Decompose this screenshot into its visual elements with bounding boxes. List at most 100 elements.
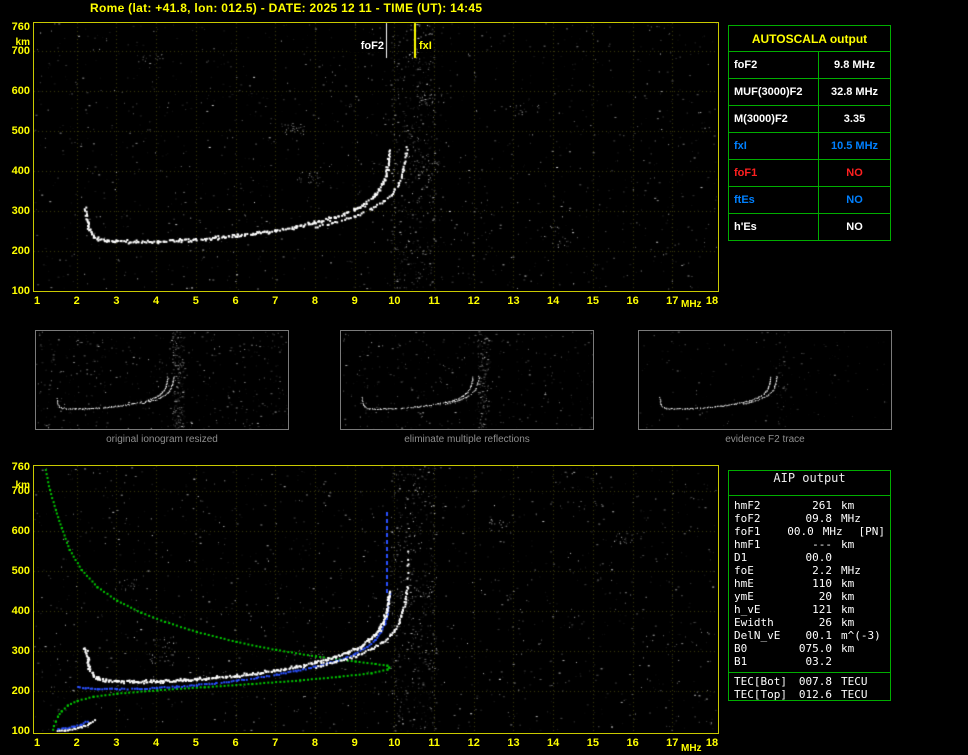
aip-row-unit: m^(-3) bbox=[841, 629, 885, 642]
aip-row-name: D1 bbox=[734, 551, 794, 564]
aip-row-value: 00.1 bbox=[794, 629, 832, 642]
aip-row-unit: km bbox=[841, 499, 885, 512]
x-tick-label: 9 bbox=[343, 737, 367, 749]
aip-row-unit: km bbox=[841, 538, 885, 551]
autoscala-row: foF29.8 MHz bbox=[729, 52, 891, 79]
aip-row-note: [PN] bbox=[858, 525, 885, 538]
thumbnail-original-ionogram bbox=[35, 330, 289, 430]
aip-row-name: TEC[Top] bbox=[734, 688, 794, 701]
aip-row-unit: MHz bbox=[841, 564, 885, 577]
x-tick-label: 17 bbox=[660, 295, 684, 307]
x-tick-label: 10 bbox=[382, 737, 406, 749]
station-title: Rome (lat: +41.8, lon: 012.5) - DATE: 20… bbox=[90, 1, 482, 15]
aip-row-value: 121 bbox=[794, 603, 832, 616]
aip-row-name: hmF2 bbox=[734, 499, 794, 512]
y-tick-label: 500 bbox=[4, 125, 30, 137]
aip-row-value: 012.6 bbox=[794, 688, 832, 701]
y-tick-label: 200 bbox=[4, 245, 30, 257]
aip-row-unit: TECU bbox=[841, 675, 885, 688]
autoscala-row-value: NO bbox=[819, 160, 891, 187]
aip-row-unit: km bbox=[841, 577, 885, 590]
aip-row-value: 09.8 bbox=[794, 512, 832, 525]
aip-row: hmE110km bbox=[729, 577, 890, 590]
autoscala-row-value: 9.8 MHz bbox=[819, 52, 891, 79]
aip-row-name: B1 bbox=[734, 655, 794, 668]
x-tick-label: 8 bbox=[303, 295, 327, 307]
aip-table-tec-section: TEC[Bot]007.8TECUTEC[Top]012.6TECU bbox=[729, 672, 890, 701]
aip-row-unit: km bbox=[841, 590, 885, 603]
x-tick-label: 5 bbox=[184, 737, 208, 749]
x-tick-label: 2 bbox=[65, 737, 89, 749]
y-tick-label: 100 bbox=[4, 725, 30, 737]
aip-row-name: Ewidth bbox=[734, 616, 794, 629]
x-tick-label: 7 bbox=[263, 295, 287, 307]
aip-row: hmF2261 km bbox=[729, 499, 890, 512]
autoscala-row: foF1NO bbox=[729, 160, 891, 187]
aip-row-value: 261 bbox=[794, 499, 832, 512]
aip-row-value: 00.0 bbox=[794, 551, 832, 564]
autoscala-row-value: 3.35 bbox=[819, 106, 891, 133]
x-tick-label: 14 bbox=[541, 295, 565, 307]
autoscala-row-label: M(3000)F2 bbox=[729, 106, 819, 133]
y-tick-label: 500 bbox=[4, 565, 30, 577]
x-tick-label: 2 bbox=[65, 295, 89, 307]
autoscala-row-label: fxI bbox=[729, 133, 819, 160]
autoscala-table-header: AUTOSCALA output bbox=[729, 26, 891, 52]
x-tick-label: 4 bbox=[144, 295, 168, 307]
x-tick-label: 12 bbox=[462, 737, 486, 749]
aip-row-name: DelN_vE bbox=[734, 629, 794, 642]
thumbnail-caption: evidence F2 trace bbox=[638, 434, 892, 445]
aip-row-unit: km bbox=[841, 616, 885, 629]
aip-row: B103.2 bbox=[729, 655, 890, 668]
thumbnail-eliminate-reflections bbox=[340, 330, 594, 430]
thumbnail-caption: eliminate multiple reflections bbox=[340, 434, 594, 445]
x-tick-label: 13 bbox=[501, 295, 525, 307]
x-tick-label: 12 bbox=[462, 295, 486, 307]
aip-row-name: foF1 bbox=[734, 525, 783, 538]
aip-row: B0075.0km bbox=[729, 642, 890, 655]
x-tick-label: 1 bbox=[25, 737, 49, 749]
aip-row: Ewidth26km bbox=[729, 616, 890, 629]
aip-row-name: h_vE bbox=[734, 603, 794, 616]
x-tick-label: 3 bbox=[104, 295, 128, 307]
autoscala-row: h'EsNO bbox=[729, 214, 891, 241]
x-tick-label: 8 bbox=[303, 737, 327, 749]
x-tick-label: 5 bbox=[184, 295, 208, 307]
aip-row-unit: MHz bbox=[841, 512, 885, 525]
x-tick-label: 17 bbox=[660, 737, 684, 749]
aip-row-name: foF2 bbox=[734, 512, 794, 525]
aip-row-name: foE bbox=[734, 564, 794, 577]
autoscala-row: MUF(3000)F232.8 MHz bbox=[729, 79, 891, 106]
y-tick-label: 600 bbox=[4, 85, 30, 97]
autoscala-row-label: MUF(3000)F2 bbox=[729, 79, 819, 106]
x-tick-label: 4 bbox=[144, 737, 168, 749]
y-tick-label: 200 bbox=[4, 685, 30, 697]
aip-row: D100.0 bbox=[729, 551, 890, 564]
y-tick-label: 600 bbox=[4, 525, 30, 537]
y-tick-label: 400 bbox=[4, 605, 30, 617]
aip-row-value: 00.0 bbox=[783, 525, 814, 538]
aip-row: h_vE121km bbox=[729, 603, 890, 616]
autoscala-row: ftEsNO bbox=[729, 187, 891, 214]
autoscala-row-value: 32.8 MHz bbox=[819, 79, 891, 106]
aip-table-body: hmF2261kmfoF209.8MHzfoF100.0MHz[PN]hmF1-… bbox=[729, 496, 890, 668]
x-tick-label: 14 bbox=[541, 737, 565, 749]
x-tick-label: 10 bbox=[382, 295, 406, 307]
x-tick-label: 1 bbox=[25, 295, 49, 307]
aip-row: DelN_vE00.1 m^(-3) bbox=[729, 629, 890, 642]
autoscala-row-label: foF1 bbox=[729, 160, 819, 187]
thumbnail-caption: original ionogram resized bbox=[35, 434, 289, 445]
x-tick-label: 18 bbox=[700, 737, 724, 749]
aip-row-value: 110 bbox=[794, 577, 832, 590]
foF2-marker-label: foF2 bbox=[350, 40, 385, 52]
autoscala-row-label: ftEs bbox=[729, 187, 819, 214]
aip-row: foF209.8 MHz bbox=[729, 512, 890, 525]
aip-row: ymE20km bbox=[729, 590, 890, 603]
x-tick-label: 15 bbox=[581, 295, 605, 307]
autoscala-table-header-row: AUTOSCALA output bbox=[729, 26, 891, 52]
x-tick-label: 13 bbox=[501, 737, 525, 749]
x-tick-label: 7 bbox=[263, 737, 287, 749]
aip-row-value: 075.0 bbox=[794, 642, 832, 655]
aip-row-value: 2.2 bbox=[794, 564, 832, 577]
aip-output-table: AIP output hmF2261kmfoF209.8MHzfoF100.0M… bbox=[728, 470, 891, 701]
